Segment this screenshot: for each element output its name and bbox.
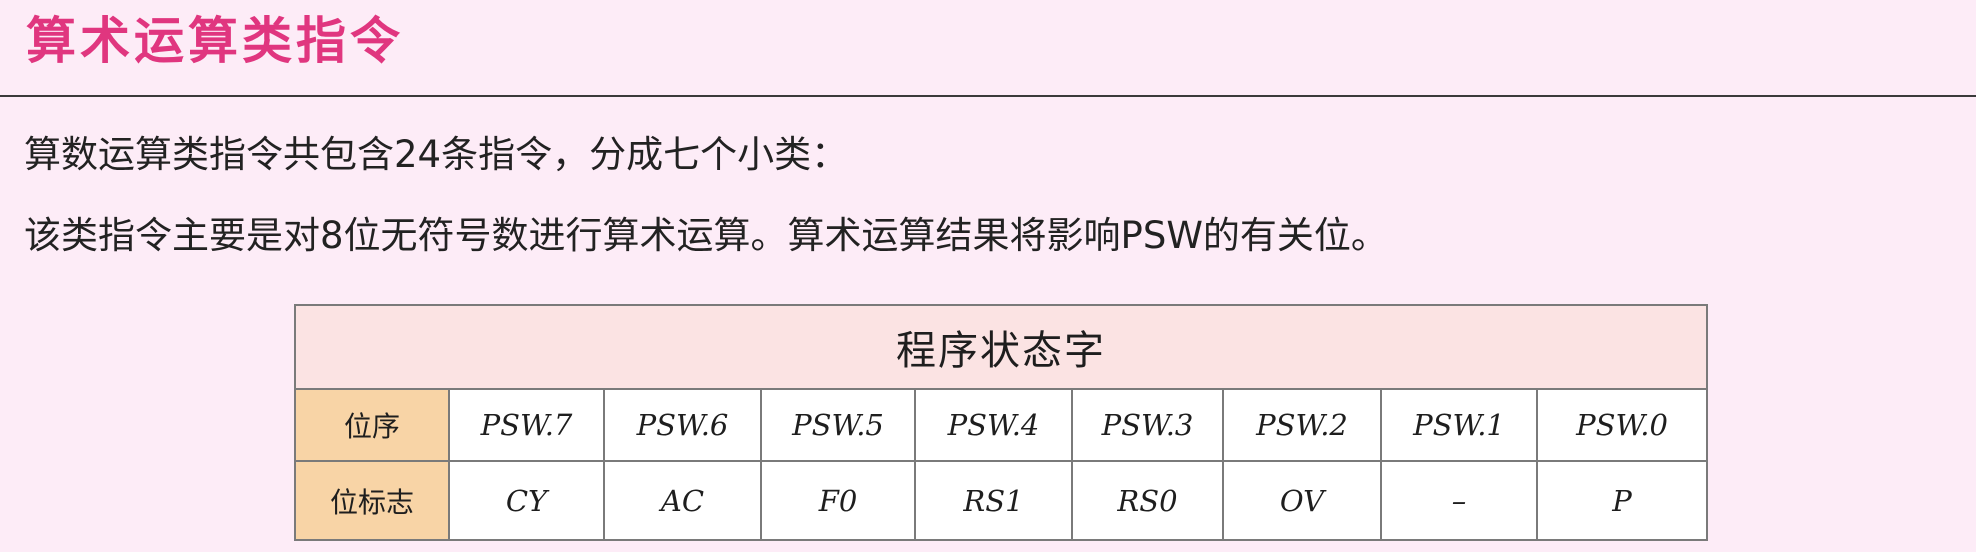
bit-flag-cell: RS0	[1071, 460, 1224, 541]
bit-order-header: 位序	[294, 388, 450, 462]
bit-flag-cell: CY	[448, 460, 605, 541]
bit-order-cell: PSW.1	[1380, 388, 1538, 462]
bit-flag-cell: F0	[760, 460, 916, 541]
psw-table: 程序状态字 位序 PSW.7 PSW.6 PSW.5 PSW.4 PSW.3 P…	[293, 304, 1709, 541]
title-divider	[0, 95, 1976, 97]
bit-order-cell: PSW.5	[760, 388, 916, 462]
bit-order-cell: PSW.6	[603, 388, 762, 462]
bit-flag-cell: AC	[603, 460, 762, 541]
bit-flag-cell: –	[1380, 460, 1538, 541]
psw-table-caption: 程序状态字	[293, 304, 1709, 390]
bit-order-cell: PSW.4	[914, 388, 1073, 462]
body-line-1: 算数运算类指令共包含24条指令，分成七个小类：	[24, 133, 849, 176]
body-line-2: 该类指令主要是对8位无符号数进行算术运算。算术运算结果将影响PSW的有关位。	[24, 214, 1388, 257]
bit-flag-cell: RS1	[914, 460, 1073, 541]
page-title: 算术运算类指令	[26, 12, 404, 70]
bit-order-cell: PSW.7	[448, 388, 605, 462]
bit-order-cell: PSW.2	[1222, 388, 1382, 462]
bit-flag-cell: P	[1535, 460, 1709, 541]
bit-flag-cell: OV	[1222, 460, 1382, 541]
bit-order-cell: PSW.3	[1071, 388, 1224, 462]
bit-order-row: 位序 PSW.7 PSW.6 PSW.5 PSW.4 PSW.3 PSW.2 P…	[294, 388, 1709, 462]
bit-flag-header: 位标志	[294, 460, 450, 541]
bit-order-cell: PSW.0	[1535, 388, 1709, 462]
bit-flag-row: 位标志 CY AC F0 RS1 RS0 OV – P	[294, 460, 1709, 541]
